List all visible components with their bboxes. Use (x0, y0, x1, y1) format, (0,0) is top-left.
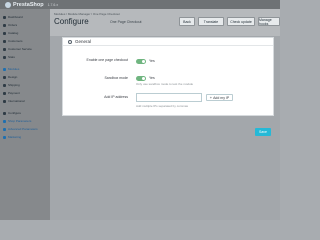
sidebar-item-payment[interactable]: Payment (0, 89, 50, 97)
add-my-ip-label: Add my IP (213, 95, 230, 100)
brand-name: PrestaShop (13, 1, 44, 8)
sidebar-item-orders[interactable]: Orders (0, 21, 50, 29)
cart-icon (3, 23, 6, 27)
back-button[interactable]: Back (179, 17, 195, 26)
puzzle-icon (3, 67, 6, 71)
sidebar-item-advanced-parameters[interactable]: Advanced Parameters (0, 125, 50, 133)
sidebar-item-customer-service[interactable]: Customer Service (0, 45, 50, 53)
wrench-icon (3, 127, 6, 131)
sidebar-item-marketing[interactable]: Marketing (0, 133, 50, 141)
version-label: 1.7.6.x (47, 2, 59, 7)
translate-button[interactable]: Translate (198, 17, 224, 26)
globe-icon (3, 99, 6, 103)
gear-icon (68, 39, 72, 44)
ip-address-input[interactable] (136, 93, 202, 102)
sidebar: Dashboard Orders Catalog Customers Custo… (0, 9, 50, 220)
page-header: Modules / Module Manager / One Page Chec… (50, 9, 280, 36)
sidebar-item-international[interactable]: International (0, 97, 50, 105)
sidebar-item-configure[interactable]: Configure (0, 109, 50, 117)
plus-icon: + (209, 95, 213, 100)
account-icon (3, 39, 6, 43)
add-my-ip-button[interactable]: + Add my IP (206, 94, 233, 101)
sidebar-item-shop-parameters[interactable]: Shop Parameters (0, 117, 50, 125)
payment-icon (3, 91, 6, 95)
sidebar-item-design[interactable]: Design (0, 73, 50, 81)
ip-address-label: Add IP address (104, 95, 128, 99)
sandbox-help-text: Only use sandbox mode to test the module (136, 82, 194, 86)
truck-icon (3, 83, 6, 87)
sidebar-item-dashboard[interactable]: Dashboard (0, 13, 50, 21)
save-button[interactable]: Save (255, 128, 271, 136)
ip-help-text: Add multiple IPs separated by commas (136, 104, 189, 108)
panel-header: General (63, 38, 273, 46)
sandbox-mode-value: Yes (149, 76, 155, 80)
sidebar-item-modules[interactable]: Modules (0, 65, 50, 73)
enable-checkout-value: Yes (149, 59, 155, 63)
panel-title: General (75, 39, 92, 44)
desktop-icon (3, 75, 6, 79)
enable-checkout-toggle[interactable] (136, 59, 146, 64)
sidebar-item-shipping[interactable]: Shipping (0, 81, 50, 89)
check-update-button[interactable]: Check update (227, 17, 255, 26)
page-subtitle: One Page Checkout (110, 20, 142, 24)
settings-icon (3, 111, 6, 115)
manage-hooks-button[interactable]: Manage hooks (258, 17, 280, 26)
gear-icon (3, 119, 6, 123)
enable-checkout-label: Enable one page checkout (86, 58, 128, 62)
topbar: PrestaShop 1.7.6.x (0, 0, 280, 9)
sidebar-item-catalog[interactable]: Catalog (0, 29, 50, 37)
megaphone-icon (3, 135, 6, 139)
breadcrumb: Modules / Module Manager / One Page Chec… (54, 12, 120, 16)
sandbox-mode-toggle[interactable] (136, 76, 146, 81)
logo-icon (5, 1, 11, 8)
sidebar-item-stats[interactable]: Stats (0, 53, 50, 61)
chat-icon (3, 47, 6, 51)
sandbox-mode-label: Sandbox mode (104, 76, 128, 80)
sidebar-item-customers[interactable]: Customers (0, 37, 50, 45)
chart-icon (3, 55, 6, 59)
store-icon (3, 31, 6, 35)
dashboard-icon (3, 15, 6, 19)
page-title: Configure (54, 17, 89, 26)
